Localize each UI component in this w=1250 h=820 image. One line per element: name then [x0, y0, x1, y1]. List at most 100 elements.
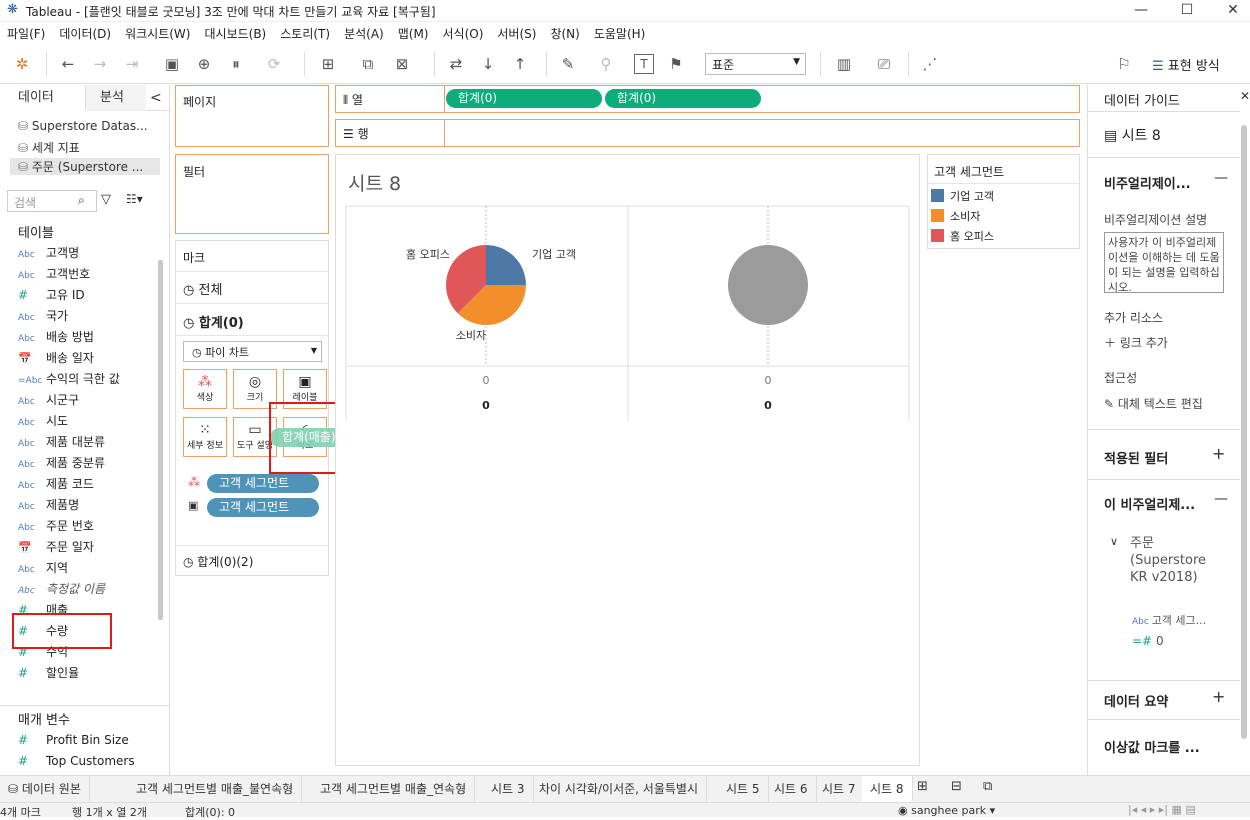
new-worksheet-icon[interactable]: ⊞: [917, 779, 928, 794]
collapse-pane-icon[interactable]: <: [150, 85, 170, 111]
collapse-icon[interactable]: —: [1214, 491, 1228, 507]
field-item[interactable]: =Abc 수익의 극한 값: [18, 369, 120, 389]
marks-all-tab[interactable]: ◷ 전체: [183, 279, 222, 298]
legend-item[interactable]: 소비자: [931, 208, 980, 224]
new-datasource-icon[interactable]: ⊕: [192, 53, 216, 75]
new-story-icon[interactable]: ⧉: [983, 779, 992, 794]
group-members-icon[interactable]: ⚲: [594, 53, 618, 75]
tableau-home-icon[interactable]: ✲: [10, 53, 34, 75]
parameter-item[interactable]: # Profit Bin Size: [18, 730, 129, 750]
field-list-scrollbar[interactable]: [158, 260, 163, 620]
field-item[interactable]: Abc 고객번호: [18, 264, 90, 284]
show-me-button[interactable]: ☰ 표현 방식: [1152, 55, 1220, 74]
sheet-tab[interactable]: 고객 세그먼트별 매출_연속형: [312, 776, 476, 802]
field-item[interactable]: Abc 국가: [18, 306, 68, 326]
parameter-item[interactable]: # Top Customers: [18, 751, 135, 771]
undo-icon[interactable]: ←: [56, 53, 80, 75]
menu-server[interactable]: 서버(S): [497, 22, 536, 45]
pin-icon[interactable]: ⚑: [664, 53, 688, 75]
highlight-icon[interactable]: ✎: [556, 53, 580, 75]
sheet-tab[interactable]: 시트 3: [483, 776, 534, 802]
viz-description-input[interactable]: 사용자가 이 비주얼리제이션을 이해하는 데 도움이 되는 설명을 입력하십시오…: [1104, 232, 1224, 293]
sheet-tab[interactable]: 시트 6: [766, 776, 817, 802]
legend-item[interactable]: 홈 오피스: [931, 228, 994, 244]
mark-type-dropdown[interactable]: ◷ 파이 차트 ▼: [183, 341, 322, 362]
tab-analysis[interactable]: 분석: [86, 85, 146, 111]
field-item[interactable]: Abc 시도: [18, 411, 68, 431]
field-item[interactable]: Abc 고객명: [18, 243, 79, 263]
menu-file[interactable]: 파일(F): [7, 22, 45, 45]
save-icon[interactable]: ▣: [160, 53, 184, 75]
columns-shelf[interactable]: ⫴ 열 합계(0) 합계(0): [335, 85, 1080, 113]
datasource-item[interactable]: ⛁ 세계 지표: [18, 139, 80, 156]
replay-icon[interactable]: ⇥: [120, 53, 144, 75]
menu-format[interactable]: 서식(O): [443, 22, 484, 45]
refresh-icon[interactable]: ⟳: [262, 53, 286, 75]
menu-story[interactable]: 스토리(T): [280, 22, 330, 45]
pages-shelf[interactable]: 페이지: [175, 85, 329, 147]
legend-item[interactable]: 기업 고객: [931, 188, 994, 204]
duplicate-sheet-icon[interactable]: ⧉: [356, 53, 380, 75]
color-button[interactable]: ⁂ 색상: [183, 369, 227, 409]
color-pill[interactable]: 고객 세그먼트: [207, 474, 319, 493]
sheet-tab[interactable]: 시트 7: [814, 776, 865, 802]
new-worksheet-icon[interactable]: ⊞: [316, 53, 340, 75]
field-item[interactable]: Abc 제품 중분류: [18, 453, 105, 473]
column-pill[interactable]: 합계(0): [605, 89, 761, 108]
tab-data[interactable]: 데이터: [0, 85, 86, 111]
maximize-button[interactable]: ☐: [1164, 0, 1210, 22]
close-button[interactable]: ✕: [1210, 0, 1250, 22]
sheet-tab[interactable]: 시트 8: [862, 776, 913, 802]
swap-axes-icon[interactable]: ⇄: [444, 53, 468, 75]
collapse-icon[interactable]: —: [1214, 170, 1228, 186]
field-item[interactable]: Abc 배송 방법: [18, 327, 94, 347]
search-icon[interactable]: ⌕: [78, 193, 85, 208]
tab-data-source[interactable]: ⛁ 데이터 원본: [0, 776, 90, 802]
field-item[interactable]: Abc 주문 번호: [18, 516, 94, 536]
field-item[interactable]: Abc 측정값 이름: [18, 579, 105, 599]
datasource-item-selected[interactable]: ⛁ 주문 (Superstore ...: [10, 158, 160, 175]
field-item[interactable]: 📅 배송 일자: [18, 348, 94, 368]
sheet-tab[interactable]: 차이 시각화/이서준, 서울특별시: [531, 776, 708, 802]
menu-map[interactable]: 맵(M): [398, 22, 429, 45]
field-item[interactable]: 📅 주문 일자: [18, 537, 94, 557]
show-labels-icon[interactable]: T: [634, 54, 654, 74]
menu-help[interactable]: 도움말(H): [594, 22, 646, 45]
expand-icon[interactable]: +: [1212, 444, 1225, 463]
filters-shelf[interactable]: 필터: [175, 154, 329, 234]
menu-dashboard[interactable]: 대시보드(B): [204, 22, 266, 45]
marks-current-tab[interactable]: ◷ 합계(0): [183, 312, 244, 331]
marks-second-tab[interactable]: ◷ 합계(0)(2): [183, 553, 253, 570]
column-pill[interactable]: 합계(0): [446, 89, 602, 108]
field-item[interactable]: Abc 제품 대분류: [18, 432, 105, 452]
close-icon[interactable]: ✕: [1240, 89, 1250, 103]
menu-window[interactable]: 창(N): [550, 22, 579, 45]
highlighter-icon[interactable]: ⚐: [1112, 53, 1136, 75]
menu-analysis[interactable]: 분석(A): [344, 22, 384, 45]
expand-icon[interactable]: +: [1212, 687, 1225, 706]
rows-shelf[interactable]: ☰ 행: [335, 119, 1080, 147]
menu-worksheet[interactable]: 워크시트(W): [125, 22, 190, 45]
minimize-button[interactable]: —: [1118, 0, 1164, 22]
sheet-navigation[interactable]: |◂ ◂ ▸ ▸| ▦ ▤: [1128, 803, 1196, 816]
label-pill[interactable]: 고객 세그먼트: [207, 498, 319, 517]
clear-sheet-icon[interactable]: ⊠: [390, 53, 414, 75]
field-item[interactable]: Abc 제품 코드: [18, 474, 94, 494]
field-item[interactable]: Abc 지역: [18, 558, 68, 578]
right-pane-scrollbar[interactable]: [1241, 125, 1247, 739]
user-menu[interactable]: ◉ sanghee park ▾: [898, 804, 995, 817]
sort-descending-icon[interactable]: ↑: [508, 53, 532, 75]
field-item[interactable]: Abc 제품명: [18, 495, 79, 515]
field-item[interactable]: # 고유 ID: [18, 285, 85, 305]
field-item[interactable]: # 할인율: [18, 663, 79, 683]
share-icon[interactable]: ⋰: [918, 53, 942, 75]
sort-ascending-icon[interactable]: ↓: [476, 53, 500, 75]
show-cards-icon[interactable]: ▥: [832, 53, 856, 75]
view-options-icon[interactable]: ☷▾: [126, 192, 143, 206]
fit-dropdown[interactable]: 표준 ▼: [705, 53, 806, 75]
filter-icon[interactable]: ▽: [101, 192, 111, 207]
add-link-button[interactable]: ＋ 링크 추가: [1104, 334, 1168, 351]
datasource-item[interactable]: ⛁ Superstore Datas...: [18, 119, 148, 133]
field-item[interactable]: Abc 시군구: [18, 390, 79, 410]
redo-icon[interactable]: →: [88, 53, 112, 75]
